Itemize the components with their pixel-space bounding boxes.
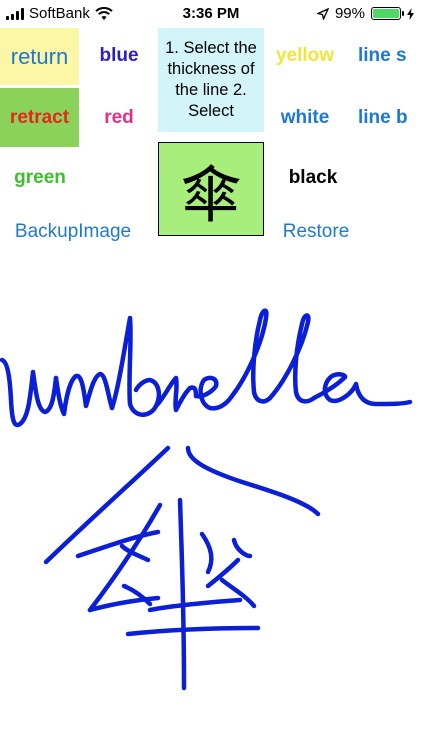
character-preview: 傘 bbox=[158, 142, 264, 236]
ink-stroke-kasa-4 bbox=[87, 502, 163, 613]
instructions-text: 1. Select the thickness of the line 2. S… bbox=[158, 28, 264, 132]
ink-stroke-kasa-14 bbox=[177, 497, 187, 691]
color-red-button[interactable]: red bbox=[86, 102, 152, 134]
ink-stroke-u bbox=[0, 357, 59, 428]
return-button[interactable]: return bbox=[0, 28, 79, 85]
ink-stroke-l2 bbox=[267, 313, 317, 404]
charging-bolt-icon bbox=[407, 7, 414, 20]
ink-stroke-kasa-8 bbox=[199, 531, 214, 575]
ink-stroke-a bbox=[311, 372, 413, 407]
ink-stroke-kasa-3 bbox=[75, 529, 161, 559]
ink-stroke-l1 bbox=[229, 308, 273, 404]
color-black-button[interactable]: black bbox=[270, 162, 356, 194]
ink-stroke-kasa-9 bbox=[231, 537, 253, 559]
status-right: 99% bbox=[316, 5, 414, 22]
ink-stroke-kasa-2 bbox=[185, 445, 321, 517]
color-yellow-button[interactable]: yellow bbox=[268, 40, 342, 72]
location-arrow-icon bbox=[316, 7, 329, 20]
line-big-button[interactable]: line b bbox=[350, 102, 422, 134]
backup-image-button[interactable]: BackupImage bbox=[0, 216, 146, 248]
battery-icon bbox=[371, 7, 404, 20]
color-green-button[interactable]: green bbox=[4, 162, 76, 194]
retract-button[interactable]: retract bbox=[0, 88, 79, 147]
color-blue-button[interactable]: blue bbox=[86, 40, 152, 72]
restore-button[interactable]: Restore bbox=[268, 216, 364, 248]
battery-fill bbox=[373, 9, 399, 18]
ink-stroke-b bbox=[109, 315, 162, 417]
ink-stroke-kasa-12 bbox=[147, 597, 243, 613]
battery-percent: 99% bbox=[334, 5, 365, 22]
ink-stroke-r bbox=[153, 375, 199, 413]
ink-stroke-e bbox=[193, 375, 235, 411]
status-bar: SoftBank 3:36 PM 99% bbox=[0, 0, 422, 28]
ink-stroke-kasa-13 bbox=[125, 625, 261, 637]
color-white-button[interactable]: white bbox=[268, 102, 342, 134]
line-small-button[interactable]: line s bbox=[350, 40, 422, 72]
drawing-canvas[interactable] bbox=[0, 256, 422, 750]
ink-stroke-m bbox=[53, 371, 115, 417]
